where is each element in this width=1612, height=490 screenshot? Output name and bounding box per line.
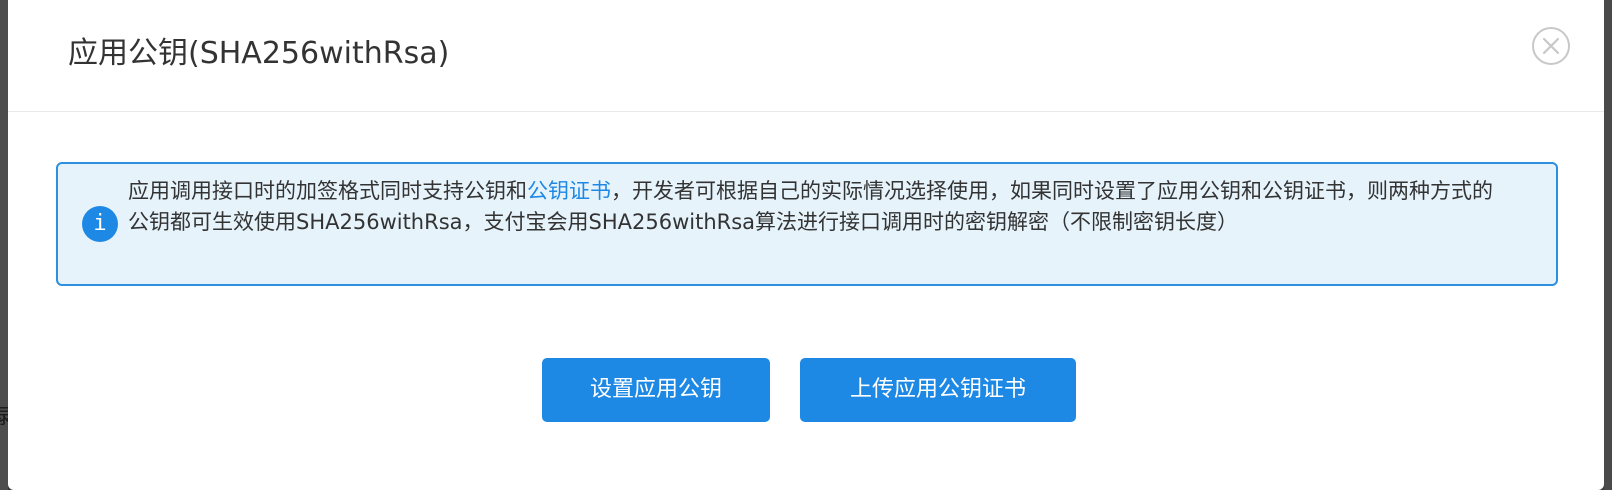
info-icon-glyph: i [93, 211, 107, 236]
info-icon: i [82, 206, 118, 242]
modal-header: 应用公钥(SHA256withRsa) [8, 0, 1604, 112]
public-key-modal: 应用公钥(SHA256withRsa) i 应用调用接口时的加签格式同时支持公钥… [8, 0, 1604, 490]
info-alert: i 应用调用接口时的加签格式同时支持公钥和公钥证书，开发者可根据自己的实际情况选… [56, 162, 1558, 286]
close-button[interactable] [1532, 27, 1570, 65]
certificate-link[interactable]: 公钥证书 [527, 179, 611, 203]
set-public-key-button[interactable]: 设置应用公钥 [542, 358, 770, 422]
modal-title: 应用公钥(SHA256withRsa) [68, 36, 450, 71]
backdrop-overlay-right [1604, 0, 1612, 490]
close-icon [1542, 37, 1560, 55]
upload-certificate-button[interactable]: 上传应用公钥证书 [800, 358, 1076, 422]
alert-text-part1: 应用调用接口时的加签格式同时支持公钥和 [128, 179, 527, 203]
alert-message: 应用调用接口时的加签格式同时支持公钥和公钥证书，开发者可根据自己的实际情况选择使… [128, 176, 1508, 238]
